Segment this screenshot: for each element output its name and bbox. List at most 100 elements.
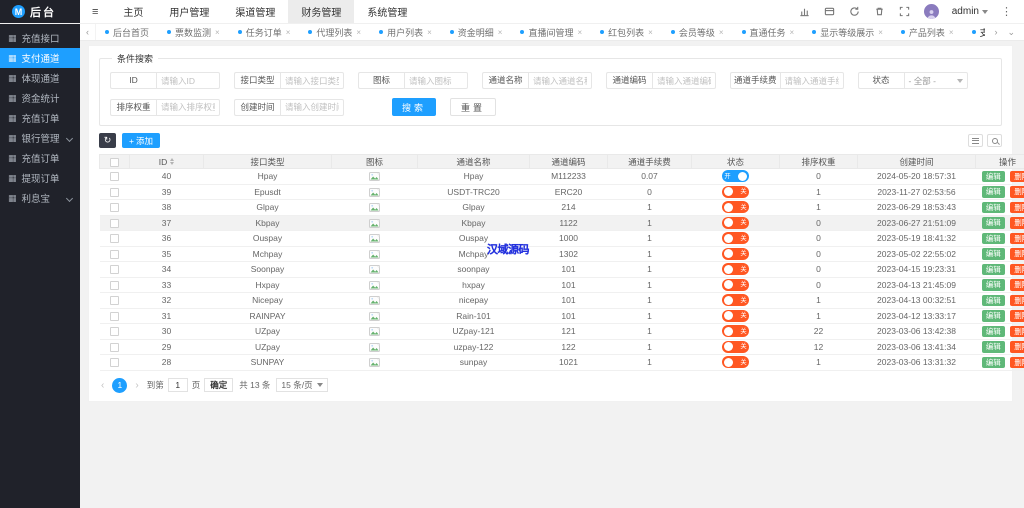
tab-close-icon[interactable]: × xyxy=(577,28,582,37)
row-checkbox[interactable] xyxy=(110,249,119,259)
delete-button[interactable]: 删除 xyxy=(1010,341,1024,353)
top-nav-item[interactable]: 主页 xyxy=(110,0,156,23)
edit-button[interactable]: 编辑 xyxy=(981,341,1005,353)
tab[interactable]: 红包列表 × xyxy=(591,24,662,40)
id-input[interactable] xyxy=(156,72,220,89)
sidebar-item[interactable]: ▦ 资金统计 xyxy=(0,88,80,108)
edit-button[interactable]: 编辑 xyxy=(981,201,1005,213)
page-size-select[interactable]: 15 条/页 xyxy=(276,378,328,392)
delete-button[interactable]: 删除 xyxy=(1010,186,1024,198)
delete-button[interactable]: 删除 xyxy=(1010,201,1024,213)
delete-button[interactable]: 删除 xyxy=(1010,232,1024,244)
channel-name-input[interactable] xyxy=(528,72,592,89)
status-toggle[interactable]: 关 xyxy=(722,278,749,291)
channel-code-input[interactable] xyxy=(652,72,716,89)
delete-button[interactable]: 删除 xyxy=(1010,263,1024,275)
row-checkbox[interactable] xyxy=(110,203,119,213)
status-toggle[interactable]: 关 xyxy=(722,294,749,307)
tab[interactable]: 支付通道 × xyxy=(963,24,985,40)
tabs-more-icon[interactable]: ⌄ xyxy=(1007,27,1015,38)
edit-button[interactable]: 编辑 xyxy=(981,279,1005,291)
tab-close-icon[interactable]: × xyxy=(790,28,795,37)
channel-fee-input[interactable] xyxy=(779,72,844,89)
row-checkbox[interactable] xyxy=(110,296,119,306)
delete-button[interactable]: 删除 xyxy=(1010,310,1024,322)
delete-button[interactable]: 删除 xyxy=(1010,325,1024,337)
tab-close-icon[interactable]: × xyxy=(427,28,432,37)
tab-close-icon[interactable]: × xyxy=(878,28,883,37)
tab[interactable]: 资金明细 × xyxy=(441,24,512,40)
row-checkbox[interactable] xyxy=(110,187,119,197)
tab-close-icon[interactable]: × xyxy=(648,28,653,37)
delete-button[interactable]: 删除 xyxy=(1010,248,1024,260)
collapse-sidebar-icon[interactable]: ≡ xyxy=(80,0,110,23)
sidebar-item[interactable]: ▦ 充值接口 xyxy=(0,28,80,48)
created-time-input[interactable] xyxy=(280,98,344,116)
api-type-input[interactable] xyxy=(280,72,344,89)
stats-icon[interactable] xyxy=(799,6,811,18)
delete-button[interactable]: 删除 xyxy=(1010,217,1024,229)
prev-page-icon[interactable]: ‹ xyxy=(99,380,106,391)
tab-close-icon[interactable]: × xyxy=(215,28,220,37)
tab[interactable]: 后台首页 × xyxy=(96,24,158,40)
row-checkbox[interactable] xyxy=(110,342,119,352)
tab-close-icon[interactable]: × xyxy=(719,28,724,37)
avatar[interactable] xyxy=(923,4,939,19)
tab[interactable]: 产品列表 × xyxy=(892,24,963,40)
sidebar-item[interactable]: ▦ 体现通道 xyxy=(0,68,80,88)
select-all-checkbox[interactable] xyxy=(110,157,119,167)
tab[interactable]: 用户列表 × xyxy=(370,24,441,40)
tab-close-icon[interactable]: × xyxy=(356,28,361,37)
reset-button[interactable]: 重置 xyxy=(450,98,497,116)
status-select[interactable]: - 全部 - xyxy=(903,72,968,89)
sidebar-item[interactable]: ▦ 支付通道 xyxy=(0,48,80,68)
refresh-icon[interactable] xyxy=(849,6,861,18)
row-checkbox[interactable] xyxy=(110,358,119,368)
status-toggle[interactable]: 关 xyxy=(722,325,749,338)
tab-close-icon[interactable]: × xyxy=(498,28,503,37)
next-page-icon[interactable]: › xyxy=(133,380,140,391)
row-checkbox[interactable] xyxy=(110,172,119,182)
top-nav-item[interactable]: 系统管理 xyxy=(354,0,420,23)
delete-button[interactable]: 删除 xyxy=(1010,170,1024,182)
layout-icon[interactable] xyxy=(824,6,836,18)
sidebar-item[interactable]: ▦ 利息宝 xyxy=(0,188,80,208)
edit-button[interactable]: 编辑 xyxy=(981,248,1005,260)
row-checkbox[interactable] xyxy=(110,311,119,321)
current-page[interactable]: 1 xyxy=(112,377,128,393)
add-button[interactable]: + 添加 xyxy=(122,133,160,148)
status-toggle[interactable]: 关 xyxy=(722,263,749,276)
tab-close-icon[interactable]: × xyxy=(286,28,291,37)
tab[interactable]: 任务订单 × xyxy=(229,24,300,40)
tab[interactable]: 直播间管理 × xyxy=(511,24,591,40)
tab[interactable]: 代理列表 × xyxy=(299,24,370,40)
refresh-table-button[interactable]: ↻ xyxy=(99,133,116,148)
sidebar-item[interactable]: ▦ 充值订单 xyxy=(0,108,80,128)
delete-button[interactable]: 删除 xyxy=(1010,294,1024,306)
status-toggle[interactable]: 关 xyxy=(722,309,749,322)
admin-menu[interactable]: admin xyxy=(952,6,988,17)
edit-button[interactable]: 编辑 xyxy=(981,356,1005,368)
status-toggle[interactable]: 关 xyxy=(722,356,749,369)
top-nav-item[interactable]: 用户管理 xyxy=(156,0,222,23)
edit-button[interactable]: 编辑 xyxy=(981,325,1005,337)
delete-button[interactable]: 删除 xyxy=(1010,279,1024,291)
search-button[interactable]: 搜索 xyxy=(392,98,437,116)
status-toggle[interactable]: 关 xyxy=(722,232,749,245)
clear-cache-icon[interactable] xyxy=(874,6,886,18)
edit-button[interactable]: 编辑 xyxy=(981,294,1005,306)
tab[interactable]: 直通任务 × xyxy=(733,24,804,40)
icon-input[interactable] xyxy=(404,72,468,89)
status-toggle[interactable]: 关 xyxy=(722,216,749,229)
status-toggle[interactable]: 开 xyxy=(722,170,749,183)
edit-button[interactable]: 编辑 xyxy=(981,263,1005,275)
edit-button[interactable]: 编辑 xyxy=(981,186,1005,198)
sort-weight-input[interactable] xyxy=(156,98,220,116)
tab-close-icon[interactable]: × xyxy=(949,28,954,37)
status-toggle[interactable]: 关 xyxy=(722,247,749,260)
goto-page-input[interactable] xyxy=(167,378,188,392)
sidebar-item[interactable]: ▦ 提现订单 xyxy=(0,168,80,188)
more-menu-icon[interactable]: ⋮ xyxy=(1001,5,1012,18)
status-toggle[interactable]: 关 xyxy=(722,185,749,198)
status-toggle[interactable]: 关 xyxy=(722,340,749,353)
